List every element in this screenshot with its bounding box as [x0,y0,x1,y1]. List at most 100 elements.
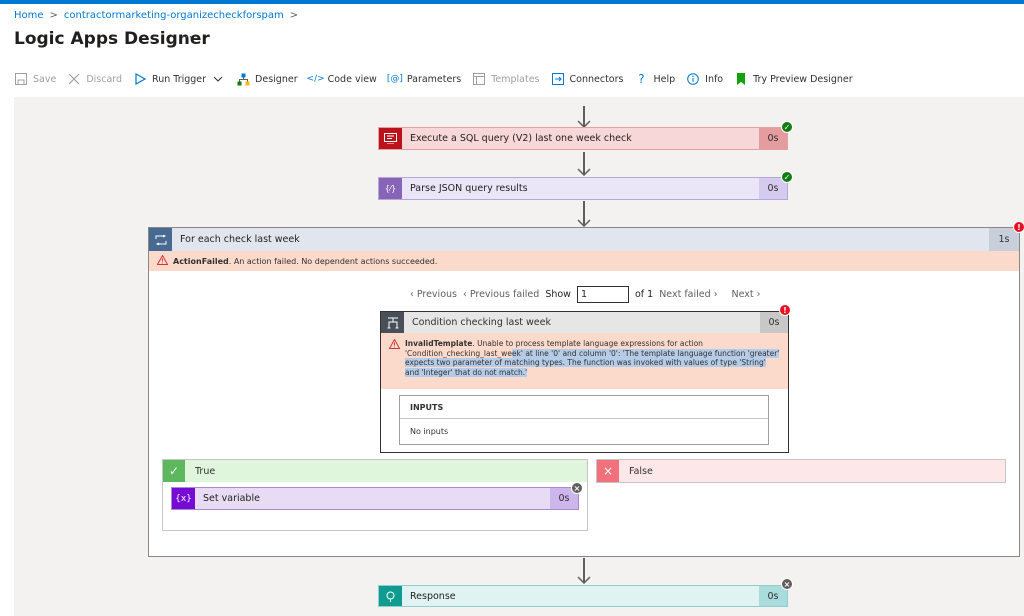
parse-json-icon: {⁄} [379,178,402,199]
iteration-count: of 1 [634,289,654,300]
close-icon [67,72,81,86]
breadcrumb-resource[interactable]: contractormarketing-organizecheckforspam [64,10,284,21]
false-branch[interactable]: × False [596,459,1006,483]
connectors-label: Connectors [569,73,624,85]
close-icon: × [597,460,619,482]
condition-icon [381,312,404,333]
warning-icon [156,254,169,267]
connector-arrow [577,106,591,128]
inputs-value: No inputs [410,427,449,436]
connectors-button[interactable]: Connectors [551,72,624,86]
iteration-input[interactable]: 1 [576,286,629,303]
code-view-button[interactable]: </> Code view [306,72,377,86]
chevron-down-icon [211,72,225,86]
true-branch-label: True [195,465,216,477]
response-action[interactable]: Response 0s [378,585,788,607]
skipped-icon: × [571,482,583,494]
more-options-button[interactable]: ··· [181,30,192,44]
previous-failed-button[interactable]: ‹ Previous failed [463,289,539,300]
run-trigger-label: Run Trigger [152,73,207,85]
connector-arrow [577,201,591,227]
sql-query-title: Execute a SQL query (V2) last one week c… [410,133,632,144]
inputs-panel: INPUTS No inputs [399,395,769,445]
previous-failed-label: Previous failed [469,289,540,300]
true-branch-header[interactable]: ✓ True [163,460,587,482]
next-label: Next [731,289,754,300]
foreach-error-text: . An action failed. No dependent actions… [228,256,438,266]
check-icon: ✓ [163,460,185,482]
skipped-icon: × [781,578,793,590]
condition-action[interactable]: Condition checking last week 0s InvalidT… [380,311,789,453]
sql-icon [379,128,402,149]
error-icon: ! [1013,221,1024,233]
save-icon [14,72,28,86]
top-accent-bar [0,0,1024,4]
code-view-label: Code view [327,73,377,85]
connector-arrow [577,558,591,584]
false-branch-header[interactable]: × False [597,460,1005,482]
info-label: Info [705,73,724,85]
set-variable-title: Set variable [203,493,260,504]
designer-button[interactable]: Designer [236,72,298,86]
iteration-pager: ‹ Previous ‹ Previous failed Show 1 of 1… [410,286,760,303]
breadcrumb-home[interactable]: Home [14,10,44,21]
discard-label: Discard [86,73,123,85]
run-trigger-button[interactable]: Run Trigger [133,72,225,86]
previous-label: Previous [416,289,457,300]
breadcrumb: Home > contractormarketing-organizecheck… [14,10,298,21]
breadcrumb-separator: > [49,10,58,21]
foreach-error-banner: ActionFailed. An action failed. No depen… [149,251,1019,271]
loop-icon [149,228,172,251]
help-icon: ? [638,72,645,86]
foreach-header[interactable]: For each check last week 1s [149,228,1019,251]
error-line-highlighted: and 'Integer' that do not match.' [405,367,528,377]
templates-label: Templates [491,73,540,85]
connectors-icon [551,72,565,86]
breadcrumb-separator: > [289,10,299,21]
code-icon: </> [306,74,325,84]
designer-icon [236,72,250,86]
parse-json-action[interactable]: {⁄} Parse JSON query results 0s [378,177,788,200]
error-line: . Unable to process template language ex… [472,339,703,348]
templates-icon [472,72,486,86]
warning-icon [388,338,401,352]
next-button[interactable]: Next › [732,289,761,300]
help-label: Help [653,73,676,85]
parameters-button[interactable]: [@] Parameters [387,72,461,86]
response-icon [379,586,402,606]
next-failed-label: Next failed [659,289,711,300]
bookmark-icon [734,72,748,86]
show-label: Show [545,289,571,300]
discard-button[interactable]: Discard [67,72,122,86]
sql-query-action[interactable]: Execute a SQL query (V2) last one week c… [378,127,788,150]
templates-button[interactable]: Templates [472,72,540,86]
info-icon [686,72,700,86]
parse-json-title: Parse JSON query results [410,183,528,194]
foreach-title: For each check last week [180,234,300,245]
connector-arrow [577,152,591,176]
designer-label: Designer [255,73,298,85]
success-check-icon: ✓ [781,171,793,183]
condition-error-message: InvalidTemplate. Unable to process templ… [381,333,788,389]
previous-button[interactable]: ‹ Previous [410,289,457,300]
info-button[interactable]: Info [686,72,723,86]
variable-icon: {x} [172,488,195,509]
save-button[interactable]: Save [14,72,56,86]
preview-designer-label: Try Preview Designer [753,73,853,85]
preview-designer-button[interactable]: Try Preview Designer [734,72,853,86]
true-branch[interactable]: ✓ True {x} Set variable 0s [162,459,588,531]
foreach-scope[interactable]: For each check last week 1s ActionFailed… [148,227,1020,557]
inputs-heading: INPUTS [400,396,768,419]
toolbar: Save Discard Run Trigger Designer </> Co… [14,71,864,87]
help-button[interactable]: ? Help [634,72,675,86]
false-branch-label: False [629,465,653,477]
success-check-icon: ✓ [781,121,793,133]
next-failed-button[interactable]: Next failed › [659,289,717,300]
play-icon [133,72,147,86]
foreach-error-code: ActionFailed [173,256,229,266]
condition-header[interactable]: Condition checking last week 0s [381,312,788,333]
condition-title: Condition checking last week [412,317,551,328]
response-title: Response [410,590,456,602]
set-variable-action[interactable]: {x} Set variable 0s [171,487,579,510]
error-line-highlighted: expects two parameter of matching types.… [405,358,766,367]
